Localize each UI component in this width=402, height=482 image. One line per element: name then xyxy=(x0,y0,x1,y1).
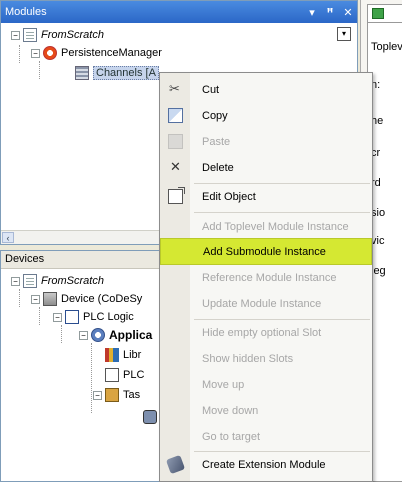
menu-item-add-submodule-instance[interactable]: Add Submodule Instance xyxy=(160,238,372,265)
tree-node-plc-logic[interactable]: − PLC Logic xyxy=(53,309,134,325)
collapse-icon[interactable]: − xyxy=(11,30,20,40)
menu-item-add-toplevel-module-instance[interactable]: Add Toplevel Module Instance xyxy=(160,213,372,240)
channels-icon xyxy=(75,66,89,80)
collapse-icon[interactable]: − xyxy=(11,276,20,286)
task-configuration-icon xyxy=(105,388,119,402)
menu-item-label: Update Module Instance xyxy=(202,297,322,310)
menu-item-label: Move up xyxy=(202,378,245,391)
menu-item-hide-empty-optional-slot[interactable]: Hide empty optional Slot xyxy=(160,319,372,346)
tree-node-plc-prg[interactable]: PLC xyxy=(105,367,144,383)
pin-icon[interactable]: ꟸ xyxy=(321,6,339,19)
menu-item-go-to-target[interactable]: Go to target xyxy=(160,423,372,450)
modules-tree: − FromScratch − PersistenceManager Chann… xyxy=(1,23,357,80)
collapse-icon[interactable]: − xyxy=(31,48,40,58)
menu-item-reference-module-instance[interactable]: Reference Module Instance xyxy=(160,264,372,291)
tree-node-fromscratch[interactable]: − FromScratch xyxy=(11,27,104,43)
menu-item-move-up[interactable]: Move up xyxy=(160,371,372,398)
extension-module-icon xyxy=(165,454,186,475)
task-icon xyxy=(143,410,157,424)
scroll-left-icon[interactable]: ‹ xyxy=(2,232,14,243)
tree-node-fromscratch[interactable]: − FromScratch xyxy=(11,273,104,289)
edit-object-icon xyxy=(168,187,185,204)
program-icon xyxy=(105,368,119,382)
menu-item-label: Add Toplevel Module Instance xyxy=(202,220,349,233)
modules-dropdown-button[interactable]: ▾ xyxy=(337,27,351,41)
tree-node-application[interactable]: − Applica xyxy=(79,327,152,343)
menu-item-label: Hide empty optional Slot xyxy=(202,326,322,339)
dropdown-icon[interactable]: ▾ xyxy=(303,6,321,19)
lifebuoy-icon xyxy=(43,46,57,60)
menu-item-move-down[interactable]: Move down xyxy=(160,397,372,424)
delete-icon xyxy=(168,159,183,175)
tree-node-label: Tas xyxy=(123,389,141,401)
collapse-icon[interactable]: − xyxy=(93,390,102,400)
scissors-icon xyxy=(168,81,183,97)
copy-icon xyxy=(168,108,183,123)
menu-item-show-hidden-slots[interactable]: Show hidden Slots xyxy=(160,345,372,372)
collapse-icon[interactable]: − xyxy=(53,312,62,322)
menu-item-copy[interactable]: Copy xyxy=(160,102,372,129)
project-icon xyxy=(23,274,37,288)
tree-node-library[interactable]: Libr xyxy=(105,347,141,363)
application-icon xyxy=(91,328,105,342)
tree-node-persistence-manager[interactable]: − PersistenceManager xyxy=(31,45,162,61)
modules-title: Modules xyxy=(5,6,47,18)
tree-node-label: FromScratch xyxy=(41,275,104,287)
project-icon xyxy=(23,28,37,42)
tree-node-label: Device (CoDeSy xyxy=(61,293,143,305)
module-icon xyxy=(372,8,384,19)
device-icon xyxy=(43,292,57,306)
context-menu: Cut Copy Paste Delete Edit Object Add To… xyxy=(159,72,373,482)
menu-item-cut[interactable]: Cut xyxy=(160,76,372,103)
menu-item-label: Create Extension Module xyxy=(202,458,326,471)
menu-item-label: Reference Module Instance xyxy=(202,271,337,284)
tree-node-channels[interactable]: Channels [A xyxy=(75,65,159,81)
editor-text: leg xyxy=(371,265,386,277)
menu-item-paste[interactable]: Paste xyxy=(160,128,372,155)
menu-item-label: Show hidden Slots xyxy=(202,352,294,365)
menu-item-label: Add Submodule Instance xyxy=(203,245,326,258)
tree-node-label: PLC xyxy=(123,369,145,381)
menu-item-label: Delete xyxy=(202,161,234,174)
tree-node-label: PersistenceManager xyxy=(61,47,162,59)
editor-tab-label[interactable]: Toplev xyxy=(371,41,402,53)
editor-tab-icon-tab[interactable] xyxy=(367,4,402,22)
menu-item-edit-object[interactable]: Edit Object xyxy=(160,183,372,210)
menu-item-create-extension-module[interactable]: Create Extension Module xyxy=(160,451,372,478)
tree-node-label: Libr xyxy=(123,349,142,361)
editor-text: vic xyxy=(371,235,385,247)
paste-icon xyxy=(168,134,183,149)
tree-node-label: PLC Logic xyxy=(83,311,134,323)
plc-logic-icon xyxy=(65,310,79,324)
menu-item-label: Edit Object xyxy=(202,190,256,203)
close-icon[interactable]: ✕ xyxy=(339,6,357,19)
menu-item-label: Go to target xyxy=(202,430,261,443)
tree-node-label: FromScratch xyxy=(41,29,104,41)
editor-text: sio xyxy=(371,207,386,219)
tree-node-label: Applica xyxy=(109,328,153,342)
menu-item-update-module-instance[interactable]: Update Module Instance xyxy=(160,290,372,317)
tree-node-label: Channels [A xyxy=(93,66,159,80)
collapse-icon[interactable]: − xyxy=(79,330,88,340)
tree-node-device[interactable]: − Device (CoDeSy xyxy=(31,291,142,307)
menu-item-label: Paste xyxy=(202,135,231,148)
menu-item-delete[interactable]: Delete xyxy=(160,154,372,181)
menu-item-label: Cut xyxy=(202,83,220,96)
menu-item-label: Move down xyxy=(202,404,259,417)
tree-node-task[interactable]: − Tas xyxy=(93,387,140,403)
menu-item-label: Copy xyxy=(202,109,228,122)
modules-titlebar: Modules ▾ ꟸ ✕ xyxy=(1,1,357,23)
collapse-icon[interactable]: − xyxy=(31,294,40,304)
library-manager-icon xyxy=(105,348,119,362)
